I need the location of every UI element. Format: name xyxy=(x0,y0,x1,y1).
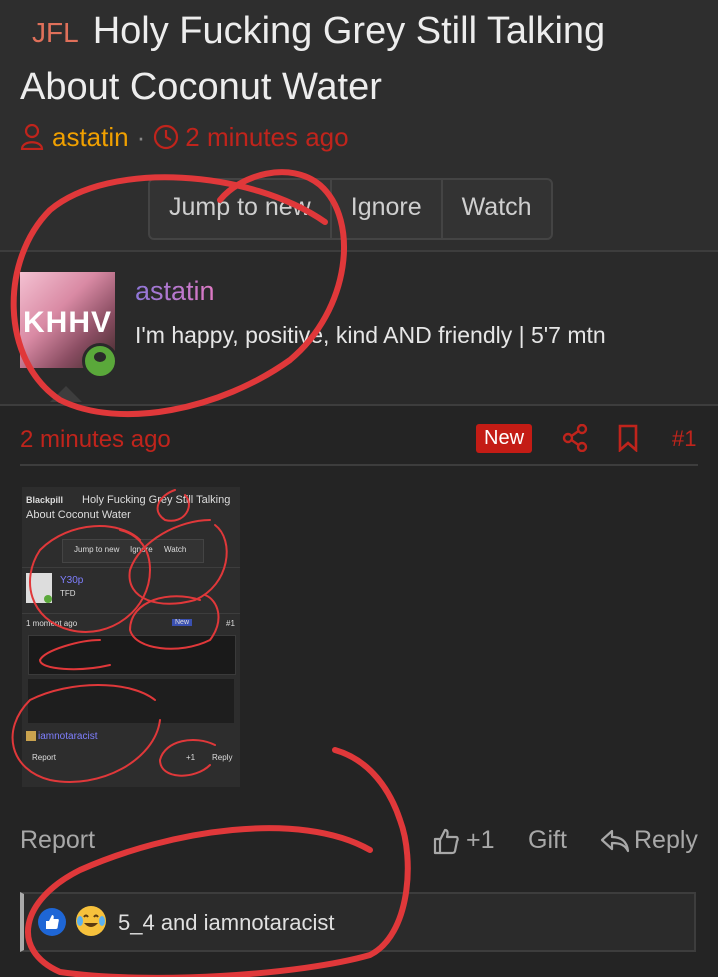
user-icon xyxy=(20,124,44,150)
user-title: I'm happy, positive, kind AND friendly |… xyxy=(135,322,606,348)
thumb-report: Report xyxy=(32,753,57,762)
thumb-num: #1 xyxy=(226,619,235,628)
watch-button[interactable]: Watch xyxy=(443,180,551,238)
thumb-username: Y30p xyxy=(60,575,84,586)
thumb-time: 1 moment ago xyxy=(26,619,78,628)
thumb-nested-screenshot xyxy=(28,635,236,675)
jump-to-new-button[interactable]: Jump to new xyxy=(150,180,332,238)
thumb-reply-user: iamnotaracist xyxy=(38,731,98,742)
thumb-divider xyxy=(22,567,240,568)
thumb-online-icon xyxy=(44,595,52,603)
new-badge: New xyxy=(476,424,533,453)
attached-image[interactable]: Blackpill Holy Fucking Grey Still Talkin… xyxy=(22,487,240,787)
like-count: +1 xyxy=(466,826,495,854)
thumb-reply: Reply xyxy=(212,753,233,762)
reply-label: Reply xyxy=(634,826,698,854)
thread-actions: Jump to new Ignore Watch xyxy=(148,178,553,240)
thumb-divider-2 xyxy=(22,613,240,614)
meta-separator: · xyxy=(136,122,146,152)
clock-icon xyxy=(154,124,179,150)
post-number[interactable]: #1 xyxy=(672,426,696,452)
thread-meta: astatin · 2 minutes ago xyxy=(20,120,349,154)
crying-laughing-icon xyxy=(76,906,106,936)
user-card-arrow xyxy=(50,386,82,402)
thumb-title-2: About Coconut Water xyxy=(26,509,131,521)
report-button[interactable]: Report xyxy=(20,826,95,855)
page-title: JFL Holy Fucking Grey Still Talking About… xyxy=(20,4,700,114)
post-user-card: KHHV astatin I'm happy, positive, kind A… xyxy=(0,250,718,406)
thumb-forum: Blackpill xyxy=(26,495,64,505)
online-status-icon xyxy=(82,343,118,379)
like-reaction-icon xyxy=(38,908,66,936)
thumb-btn-ignore: Ignore xyxy=(130,545,153,554)
post-footer: Report +1 Gift Reply xyxy=(20,826,698,866)
thumb-likes: +1 xyxy=(186,753,196,762)
gift-button[interactable]: Gift xyxy=(528,826,567,855)
thread-prefix[interactable]: JFL xyxy=(32,17,79,48)
thumb-badge: New xyxy=(172,619,193,626)
thumb-reply-avatar xyxy=(26,731,36,741)
reply-icon xyxy=(600,829,630,852)
reply-button[interactable]: Reply xyxy=(600,826,698,855)
thread-time[interactable]: 2 minutes ago xyxy=(185,120,348,154)
share-icon[interactable] xyxy=(562,424,588,452)
thread-author[interactable]: astatin xyxy=(52,120,129,154)
avatar-text: KHHV xyxy=(22,306,112,339)
post-username[interactable]: astatin xyxy=(135,276,215,307)
thread-header: JFL Holy Fucking Grey Still Talking About… xyxy=(0,0,718,250)
thumb-btn-jump: Jump to new xyxy=(74,545,120,554)
reactions-text[interactable]: 5_4 and iamnotaracist xyxy=(118,910,334,936)
post-header: 2 minutes ago New #1 xyxy=(20,420,698,466)
thumb-nested-image xyxy=(28,679,234,723)
thumbs-up-icon xyxy=(433,828,459,854)
like-button[interactable]: +1 xyxy=(432,826,495,855)
thumb-user-sub: TFD xyxy=(60,589,76,598)
thread-title: Holy Fucking Grey Still Talking About Co… xyxy=(20,10,606,108)
post-time[interactable]: 2 minutes ago xyxy=(20,426,171,454)
thumb-btn-watch: Watch xyxy=(164,545,187,554)
bookmark-icon[interactable] xyxy=(616,424,640,452)
reactions-bar[interactable]: 5_4 and iamnotaracist xyxy=(20,892,696,952)
ignore-button[interactable]: Ignore xyxy=(332,180,443,238)
thumb-title-1: Holy Fucking Grey Still Talking xyxy=(82,494,231,506)
